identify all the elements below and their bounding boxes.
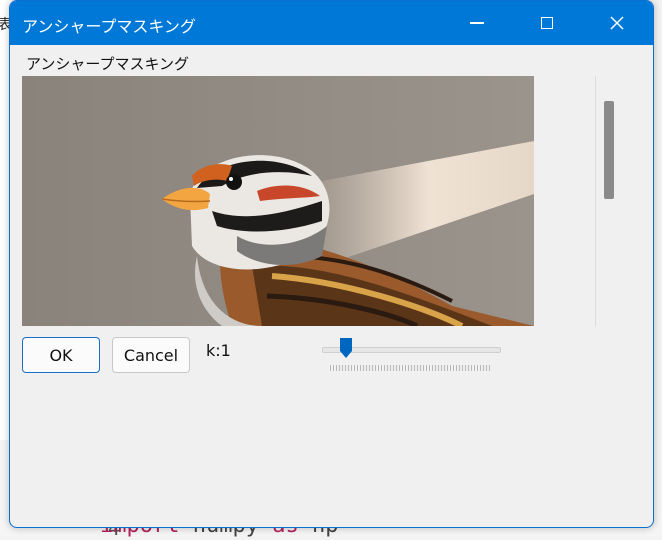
cancel-button[interactable]: Cancel bbox=[112, 337, 190, 373]
image-heading-label: アンシャープマスキング bbox=[26, 55, 190, 73]
close-button[interactable] bbox=[594, 1, 640, 45]
scroll-divider bbox=[595, 76, 596, 326]
maximize-icon bbox=[541, 17, 553, 29]
preview-image bbox=[22, 76, 534, 326]
k-value-label: k:1 bbox=[206, 341, 231, 360]
minimize-icon bbox=[470, 22, 484, 24]
minimize-button[interactable] bbox=[454, 1, 500, 45]
window-title: アンシャープマスキング bbox=[22, 17, 196, 36]
maximize-button[interactable] bbox=[524, 1, 570, 45]
k-slider-thumb[interactable] bbox=[339, 338, 352, 358]
dialog-window: アンシャープマスキング アンシャープマスキング OK Cancel k:1 bbox=[9, 0, 654, 528]
close-icon bbox=[610, 16, 624, 30]
ok-button[interactable]: OK bbox=[22, 337, 100, 373]
vertical-scrollbar-thumb[interactable] bbox=[604, 101, 614, 199]
title-bar[interactable]: アンシャープマスキング bbox=[10, 1, 653, 45]
sparrow-image bbox=[22, 76, 534, 326]
k-slider-ticks bbox=[330, 365, 492, 371]
